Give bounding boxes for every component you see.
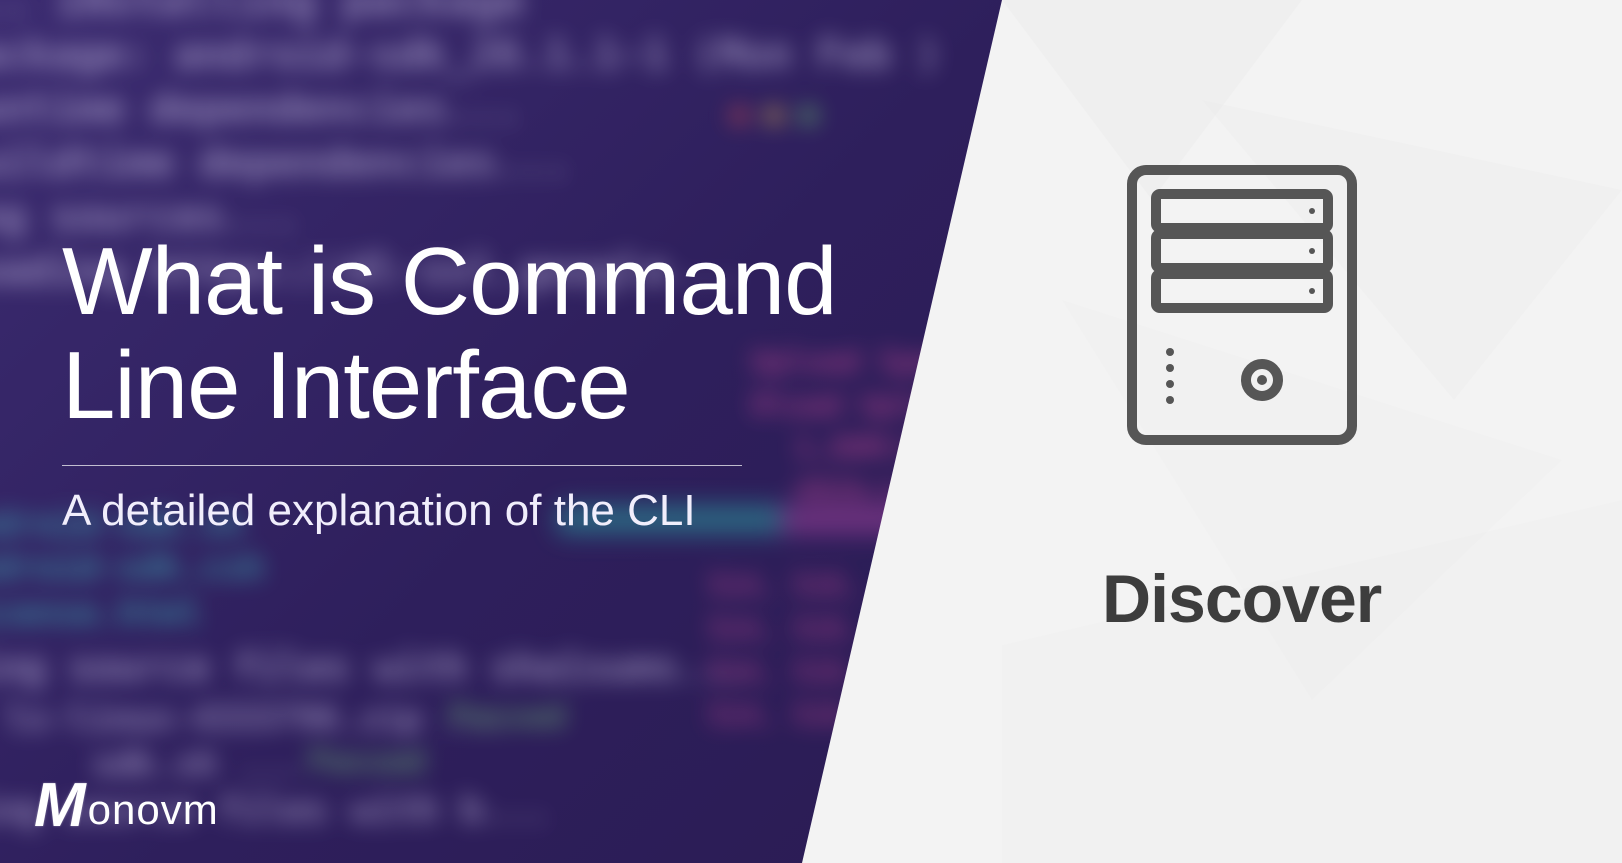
right-content: Discover — [1102, 160, 1381, 638]
hero-banner: ... iNstalling package package: android-s… — [0, 0, 1622, 863]
terminal-bg-line: android-sdk.csh — [0, 547, 264, 588]
terminal-bg-line: buildtime dependencies... — [0, 138, 570, 186]
server-icon — [1122, 160, 1362, 450]
window-traffic-lights — [730, 106, 819, 125]
terminal-bg-line: ting source files with sha1sums... — [0, 646, 748, 690]
terminal-bg-line: Passed — [449, 698, 566, 736]
terminal-bg-line: ... iNstalling package — [0, 0, 524, 26]
terminal-bg-line: runtime dependencies... — [0, 84, 520, 132]
terminal-bg-line: Passed — [308, 743, 425, 781]
brand-logo-text: onovm — [88, 789, 219, 831]
traffic-light-red-icon — [730, 106, 749, 125]
terminal-bg-line: ls-linux-4333796.zip ... — [6, 698, 505, 739]
discover-cta: Discover — [1102, 560, 1381, 638]
traffic-light-green-icon — [799, 106, 818, 125]
brand-logo: M onovm — [34, 775, 219, 837]
terminal-bg-line: license.html — [0, 592, 202, 633]
hero-title-line1: What is Command — [62, 228, 837, 335]
hero-title-line2: Line Interface — [62, 332, 630, 439]
divider — [62, 465, 742, 466]
brand-logo-mark: M — [34, 775, 82, 837]
traffic-light-yellow-icon — [764, 106, 783, 125]
right-panel: Discover — [1002, 0, 1622, 863]
terminal-bg-line: package: android-sdk_26.1.1-1 (Mon Feb ) — [0, 30, 940, 78]
